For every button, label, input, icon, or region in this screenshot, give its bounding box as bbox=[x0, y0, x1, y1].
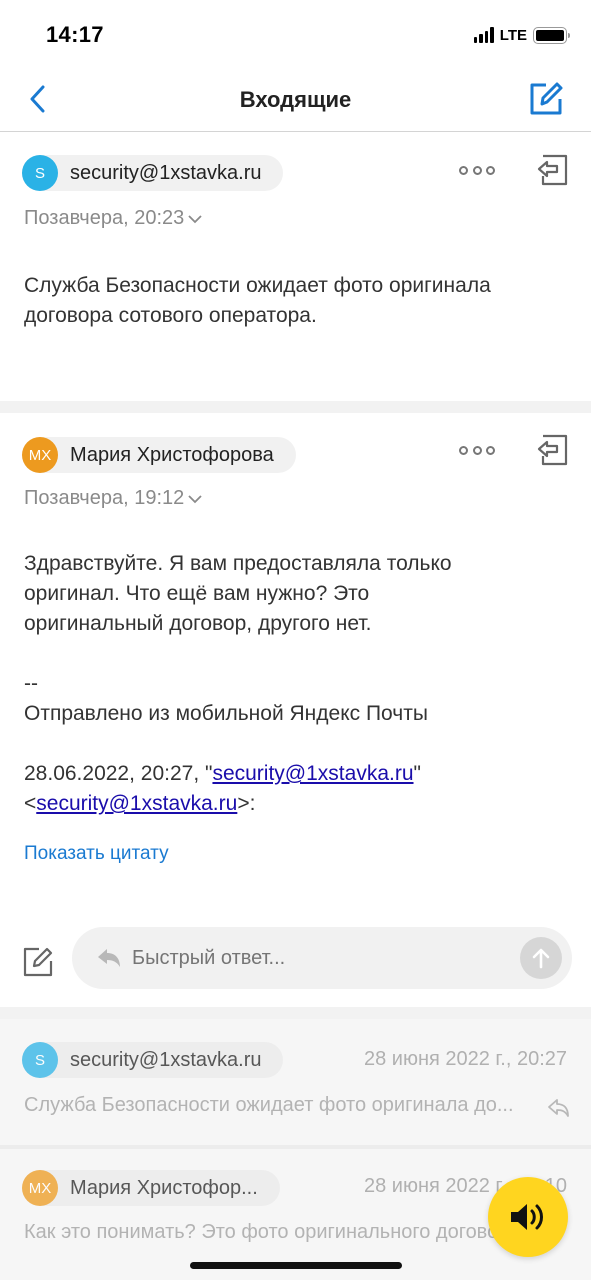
reply-icon bbox=[537, 434, 568, 466]
arrow-up-icon bbox=[532, 948, 550, 969]
compose-icon bbox=[530, 82, 563, 115]
avatar: S bbox=[22, 155, 58, 191]
message-card: S security@1xstavka.ru Позавчера, 20:23 … bbox=[0, 133, 591, 401]
message-snippet: Служба Безопасности ожидает фото оригина… bbox=[24, 1094, 514, 1116]
body-line: оригинальный договор, другого нет. bbox=[24, 612, 372, 635]
battery-icon bbox=[533, 26, 570, 44]
signature-separator: -- bbox=[24, 672, 38, 695]
message-card: МХ Мария Христофорова Позавчера, 19:12 З… bbox=[0, 413, 591, 1007]
speaker-icon bbox=[511, 1204, 543, 1230]
sender-name: Мария Христофорова bbox=[70, 443, 274, 466]
quick-reply-input[interactable] bbox=[132, 946, 492, 970]
send-button[interactable] bbox=[520, 937, 562, 979]
body-line: оригинал. Что ещё вам нужно? Это bbox=[24, 582, 370, 605]
status-indicators: LTE bbox=[473, 24, 570, 46]
sender-chip[interactable]: МХ Мария Христофорова bbox=[22, 437, 296, 473]
reply-icon bbox=[537, 154, 568, 186]
chevron-down-icon bbox=[188, 214, 202, 223]
sender-chip[interactable]: S security@1xstavka.ru bbox=[22, 155, 284, 191]
body-line: Здравствуйте. Я вам предоставляла только bbox=[24, 552, 452, 575]
more-options-button[interactable] bbox=[459, 160, 495, 180]
avatar: МХ bbox=[22, 437, 58, 473]
quote-header-line2: <security@1xstavka.ru>: bbox=[24, 789, 564, 819]
home-indicator bbox=[190, 1262, 402, 1269]
nav-bar: Входящие bbox=[0, 68, 591, 132]
network-type: LTE bbox=[499, 26, 527, 44]
quote-prefix: < bbox=[24, 792, 37, 815]
quick-reply-bar bbox=[72, 927, 572, 989]
body-line: договора сотового оператора. bbox=[24, 304, 317, 327]
compose-button[interactable] bbox=[527, 80, 565, 118]
collapsed-message[interactable]: S security@1xstavka.ru 28 июня 2022 г., … bbox=[0, 1019, 591, 1145]
listen-audio-button[interactable] bbox=[488, 1177, 568, 1257]
reply-arrow-icon bbox=[98, 949, 120, 967]
message-date-text: Позавчера, 20:23 bbox=[24, 207, 185, 229]
quote-prefix: 28.06.2022, 20:27, " bbox=[24, 762, 213, 785]
more-options-button[interactable] bbox=[459, 440, 495, 460]
signature: Отправлено из мобильной Яндекс Почты bbox=[24, 702, 428, 725]
email-link[interactable]: security@1xstavka.ru bbox=[36, 792, 237, 815]
message-body: Служба Безопасности ожидает фото оригина… bbox=[24, 271, 564, 331]
quote-suffix: " bbox=[413, 762, 421, 785]
message-date-text: Позавчера, 19:12 bbox=[24, 487, 185, 509]
sender-name: security@1xstavka.ru bbox=[70, 1048, 262, 1071]
page-title: Входящие bbox=[239, 87, 352, 112]
message-body: Здравствуйте. Я вам предоставляла только… bbox=[24, 549, 564, 819]
message-date[interactable]: Позавчера, 19:12 bbox=[24, 487, 202, 510]
email-link[interactable]: security@1xstavka.ru bbox=[212, 762, 413, 785]
message-snippet: Как это понимать? Это фото оригинального… bbox=[24, 1221, 521, 1243]
compose-icon bbox=[23, 947, 53, 977]
show-quote-link[interactable]: Показать цитату bbox=[24, 843, 169, 865]
reply-button[interactable] bbox=[535, 432, 571, 468]
quote-header: 28.06.2022, 20:27, "security@1xstavka.ru… bbox=[24, 759, 564, 789]
chevron-down-icon bbox=[188, 494, 202, 503]
sender-chip: МХ Мария Христофор... bbox=[22, 1170, 280, 1206]
message-date: 28 июня 2022 г., 20:27 bbox=[363, 1048, 567, 1070]
divider bbox=[0, 1007, 591, 1019]
avatar: S bbox=[22, 1042, 58, 1078]
quote-suffix: >: bbox=[237, 792, 256, 815]
message-date[interactable]: Позавчера, 20:23 bbox=[24, 207, 202, 230]
sender-chip: S security@1xstavka.ru bbox=[22, 1042, 284, 1078]
signal-icon bbox=[473, 27, 494, 43]
reply-button[interactable] bbox=[535, 152, 571, 188]
status-time: 14:17 bbox=[46, 22, 104, 47]
status-bar: 14:17 LTE bbox=[0, 0, 591, 68]
body-line: Служба Безопасности ожидает фото оригина… bbox=[24, 274, 491, 297]
replied-icon bbox=[548, 1099, 569, 1117]
sender-name: security@1xstavka.ru bbox=[70, 161, 262, 184]
divider bbox=[0, 401, 591, 413]
sender-name: Мария Христофор... bbox=[70, 1176, 258, 1199]
avatar: МХ bbox=[22, 1170, 58, 1206]
compose-full-reply-button[interactable] bbox=[22, 944, 54, 978]
